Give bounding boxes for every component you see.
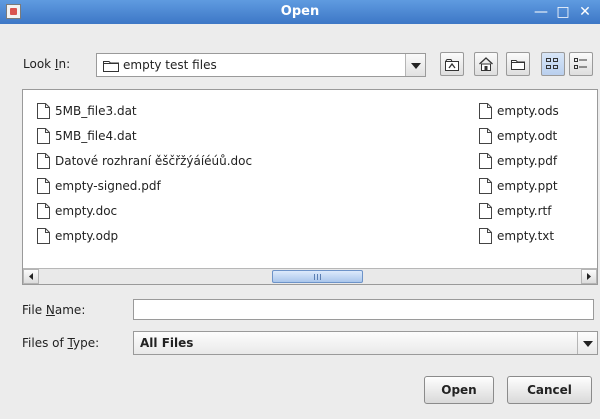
file-name-label: empty.rtf (497, 204, 552, 218)
new-folder-button[interactable] (506, 52, 530, 76)
chevron-left-icon (29, 273, 33, 280)
file-name-label: empty.txt (497, 229, 555, 243)
file-name-label: Datové rozhraní ěščřžýáíéúů.doc (55, 154, 253, 168)
file-name-label: empty.ppt (497, 179, 558, 193)
files-of-type-label-prefix: Files of (22, 336, 68, 350)
look-in-label: Look In: (23, 57, 70, 71)
chevron-right-icon (587, 273, 591, 280)
list-view-icon (546, 58, 558, 69)
look-in-label-prefix: Look (23, 57, 55, 71)
file-icon (479, 153, 492, 169)
file-name-label: 5MB_file4.dat (55, 129, 137, 143)
up-one-level-icon (445, 59, 459, 71)
grip-icon (314, 274, 321, 280)
file-name-label: empty.odp (55, 229, 119, 243)
new-folder-icon (511, 60, 525, 70)
scroll-thumb[interactable] (272, 270, 363, 283)
scroll-left-button[interactable] (23, 269, 39, 284)
list-view-button[interactable] (541, 52, 565, 76)
file-list[interactable]: 5MB_file3.dat 5MB_file4.dat Datové rozhr… (22, 89, 598, 285)
file-name-label: empty.ods (497, 104, 559, 118)
file-name-label: File Name: (22, 303, 85, 317)
look-in-value: empty test files (123, 58, 217, 72)
maximize-button[interactable]: □ (554, 2, 572, 22)
file-name-label: empty.pdf (497, 154, 558, 168)
file-name-label: 5MB_file3.dat (55, 104, 137, 118)
horizontal-scrollbar[interactable] (23, 268, 597, 284)
details-view-button[interactable] (569, 52, 593, 76)
home-button[interactable] (474, 52, 498, 76)
cancel-button[interactable]: Cancel (507, 376, 592, 404)
file-icon (479, 203, 492, 219)
file-name-label: empty.doc (55, 204, 118, 218)
file-name-label: empty-signed.pdf (55, 179, 161, 193)
file-icon (479, 103, 492, 119)
file-name-input[interactable] (133, 299, 594, 320)
open-dialog: Open — □ ✕ Look In: empty test files 5MB… (0, 0, 600, 419)
folder-icon (103, 61, 119, 72)
scroll-right-button[interactable] (581, 269, 597, 284)
open-button[interactable]: Open (424, 376, 494, 404)
file-icon (37, 178, 50, 194)
file-name-label-mnemonic: N (45, 303, 55, 317)
file-icon (37, 103, 50, 119)
file-name-label-prefix: File (22, 303, 46, 317)
file-name-label-suffix: ame: (54, 303, 86, 317)
files-of-type-label: Files of Type: (22, 336, 99, 350)
home-icon (479, 57, 493, 71)
chevron-down-icon[interactable] (405, 54, 425, 76)
file-icon (37, 153, 50, 169)
up-one-level-button[interactable] (440, 52, 464, 76)
look-in-label-suffix: n: (58, 57, 71, 71)
file-icon (479, 178, 492, 194)
title-bar[interactable]: Open — □ ✕ (0, 0, 600, 24)
file-icon (37, 128, 50, 144)
file-icon (37, 228, 50, 244)
files-of-type-value: All Files (140, 336, 194, 350)
files-of-type-label-suffix: ype: (73, 336, 100, 350)
details-view-icon (574, 58, 587, 69)
window-title: Open (280, 4, 320, 19)
file-icon (479, 128, 492, 144)
file-name-label: empty.odt (497, 129, 558, 143)
chevron-down-icon[interactable] (577, 332, 597, 354)
close-button[interactable]: ✕ (576, 2, 594, 22)
file-icon (479, 228, 492, 244)
files-of-type-combo[interactable]: All Files (133, 331, 598, 355)
file-icon (37, 203, 50, 219)
minimize-button[interactable]: — (532, 2, 550, 22)
look-in-combo[interactable]: empty test files (96, 53, 426, 77)
